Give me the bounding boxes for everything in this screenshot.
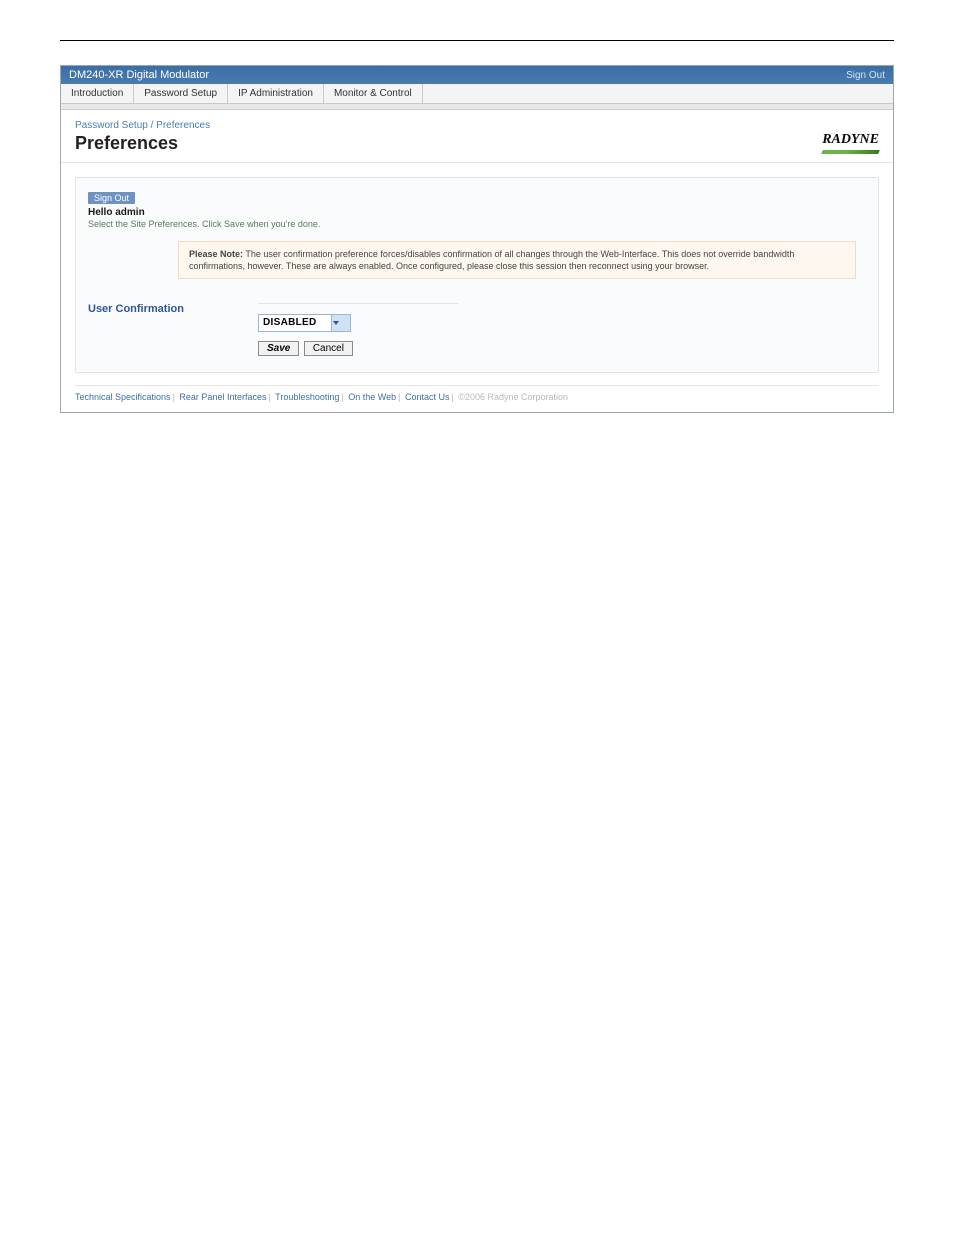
user-confirmation-label: User Confirmation xyxy=(88,303,258,315)
note-text: The user confirmation preference forces/… xyxy=(189,249,794,271)
footer-tech-specs[interactable]: Technical Specifications xyxy=(75,392,171,402)
content-header: Password Setup / Preferences Preferences… xyxy=(61,110,893,163)
footer-rear-panel[interactable]: Rear Panel Interfaces xyxy=(179,392,266,402)
page-title: Preferences xyxy=(75,133,210,154)
note-label: Please Note: xyxy=(189,249,243,259)
footer-on-the-web[interactable]: On the Web xyxy=(348,392,396,402)
panel-sign-out-pill[interactable]: Sign Out xyxy=(88,192,135,204)
preferences-panel: Sign Out Hello admin Select the Site Pre… xyxy=(75,177,879,373)
breadcrumb: Password Setup / Preferences xyxy=(75,120,210,131)
save-button[interactable]: Save xyxy=(258,341,299,356)
window-title: DM240-XR Digital Modulator xyxy=(69,69,209,81)
user-confirmation-row: User Confirmation DISABLED Save Cancel xyxy=(88,303,866,356)
footer-troubleshooting[interactable]: Troubleshooting xyxy=(275,392,339,402)
instruction-text: Select the Site Preferences. Click Save … xyxy=(88,219,866,229)
greeting-text: Hello admin xyxy=(88,207,866,218)
chevron-down-icon xyxy=(331,315,350,331)
user-confirmation-select[interactable]: DISABLED xyxy=(258,314,351,332)
menu-introduction[interactable]: Introduction xyxy=(61,84,134,103)
menu-password-setup[interactable]: Password Setup xyxy=(134,84,228,103)
form-controls: DISABLED Save Cancel xyxy=(258,303,458,356)
select-value: DISABLED xyxy=(259,317,331,328)
menu-monitor-control[interactable]: Monitor & Control xyxy=(324,84,423,103)
content-area: Sign Out Hello admin Select the Site Pre… xyxy=(61,163,893,381)
menu-ip-administration[interactable]: IP Administration xyxy=(228,84,324,103)
footer-copyright: ©2006 Radyne Corporation xyxy=(458,392,568,402)
app-window: DM240-XR Digital Modulator Sign Out Intr… xyxy=(60,65,894,413)
footer-links: Technical Specifications| Rear Panel Int… xyxy=(61,386,893,412)
sign-out-link[interactable]: Sign Out xyxy=(846,70,885,81)
footer-contact-us[interactable]: Contact Us xyxy=(405,392,450,402)
titlebar: DM240-XR Digital Modulator Sign Out xyxy=(61,66,893,84)
cancel-button[interactable]: Cancel xyxy=(304,341,353,356)
page-top-rule xyxy=(60,40,894,41)
note-box: Please Note: The user confirmation prefe… xyxy=(178,241,856,279)
menubar: Introduction Password Setup IP Administr… xyxy=(61,84,893,104)
brand-logo: RADYNE xyxy=(822,132,879,154)
